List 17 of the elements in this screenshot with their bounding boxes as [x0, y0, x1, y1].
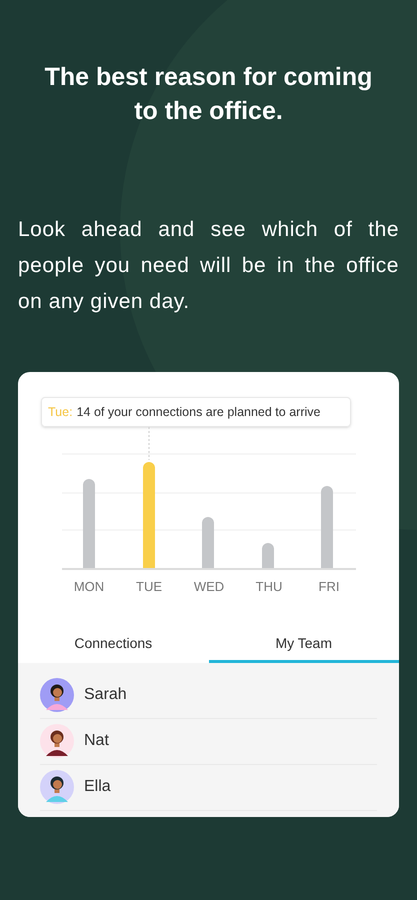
team-member-row[interactable]: Sarah — [40, 672, 377, 718]
tooltip-text: 14 of your connections are planned to arrive — [76, 404, 320, 421]
description: Look ahead and see which of the people you need will be in the office on any given day. — [18, 217, 399, 315]
headline: The best reason for coming to the office. — [44, 62, 374, 127]
tooltip-day: Tue: — [48, 402, 73, 422]
day-label: WED — [192, 578, 226, 596]
day-label: THU — [254, 578, 284, 596]
day-label: TUE — [135, 578, 163, 596]
member-name: Sarah — [84, 685, 127, 705]
day-label: MON — [72, 578, 106, 596]
member-name: Ella — [84, 777, 111, 797]
member-name: Nat — [84, 731, 109, 751]
tab[interactable]: Connections — [18, 626, 208, 662]
team-member-row[interactable]: Ella — [40, 764, 377, 810]
day-label: FRI — [318, 578, 340, 596]
team-member-row[interactable]: Nat — [40, 718, 377, 764]
leader-line — [148, 427, 150, 460]
